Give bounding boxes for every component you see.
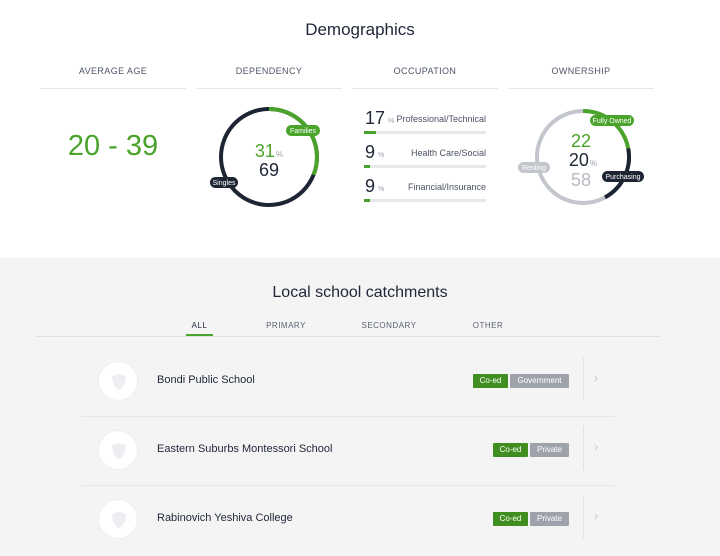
school-row[interactable]: Rabinovich Yeshiva College Co-ed Private… — [82, 493, 614, 556]
occupation-bar — [364, 165, 486, 168]
chevron-right-icon[interactable]: › — [594, 508, 598, 523]
demographics-section: Demographics AVERAGE AGE DEPENDENCY OCCU… — [0, 0, 720, 258]
divider — [583, 426, 584, 470]
tab-secondary[interactable]: SECONDARY — [356, 321, 422, 330]
avatar — [98, 361, 138, 401]
fully-owned-value: 22 — [570, 131, 592, 151]
occupation-label: Health Care/Social — [410, 148, 486, 158]
occupation-label: Financial/Insurance — [407, 182, 486, 192]
gender-badge: Co-ed — [493, 512, 528, 526]
occupation-value: 9 — [365, 142, 376, 162]
row-divider — [82, 485, 614, 486]
occupation-bar-fill — [364, 165, 370, 168]
fully-owned-label: Fully Owned — [593, 118, 632, 125]
divider — [40, 88, 186, 89]
singles-value: 69 — [258, 160, 280, 180]
occupation-value: 9 — [365, 176, 376, 196]
school-crest-icon — [112, 443, 126, 459]
families-pill: Families — [286, 125, 320, 136]
occupation-label: Professional/Technical — [396, 114, 486, 124]
school-name[interactable]: Eastern Suburbs Montessori School — [157, 443, 332, 455]
occupation-row: 17 % Professional/Technical — [364, 108, 486, 138]
average-age-header: AVERAGE AGE — [78, 66, 148, 76]
demographics-title: Demographics — [305, 20, 415, 39]
singles-pill: Singles — [210, 177, 238, 188]
occupation-pct: % — [388, 118, 395, 125]
tab-all[interactable]: ALL — [186, 321, 213, 330]
divider — [352, 88, 498, 89]
occupation-pct: % — [378, 186, 385, 193]
purchasing-label: Purchasing — [605, 174, 640, 181]
school-catchments-section: Local school catchments ALL PRIMARY SECO… — [0, 258, 720, 556]
renting-pill: Renting — [518, 162, 550, 173]
gender-badge: Co-ed — [473, 374, 508, 388]
occupation-row: 9 % Financial/Insurance — [364, 176, 486, 206]
school-crest-icon — [112, 512, 126, 528]
tabs-divider — [36, 336, 660, 337]
occupation-bar — [364, 199, 486, 202]
occupation-bar — [364, 131, 486, 134]
school-name[interactable]: Rabinovich Yeshiva College — [157, 512, 293, 524]
avatar — [98, 430, 138, 470]
school-row[interactable]: Eastern Suburbs Montessori School Co-ed … — [82, 424, 614, 492]
sector-badge: Private — [530, 512, 569, 526]
divider — [508, 88, 654, 89]
fully-owned-pill: Fully Owned — [590, 115, 634, 126]
avatar — [98, 499, 138, 539]
chevron-right-icon[interactable]: › — [594, 439, 598, 454]
occupation-bar-fill — [364, 131, 376, 134]
occupation-value: 17 — [365, 108, 386, 128]
divider — [583, 357, 584, 401]
occupation-row: 9 % Health Care/Social — [364, 142, 486, 172]
school-row[interactable]: Bondi Public School Co-ed Government › — [82, 355, 614, 423]
school-name[interactable]: Bondi Public School — [157, 374, 255, 386]
occupation-bar-fill — [364, 199, 370, 202]
singles-label: Singles — [213, 180, 236, 187]
dependency-header: DEPENDENCY — [235, 66, 303, 76]
renting-value: 58 — [570, 170, 592, 190]
tab-other[interactable]: OTHER — [466, 321, 510, 330]
divider — [583, 495, 584, 539]
gender-badge: Co-ed — [493, 443, 528, 457]
chevron-right-icon[interactable]: › — [594, 370, 598, 385]
occupation-header: OCCUPATION — [393, 66, 457, 76]
active-tab-indicator — [186, 334, 213, 336]
ownership-header: OWNERSHIP — [551, 66, 611, 76]
purchasing-pill: Purchasing — [602, 171, 644, 182]
tab-primary[interactable]: PRIMARY — [258, 321, 314, 330]
sector-badge: Private — [530, 443, 569, 457]
occupation-pct: % — [378, 152, 385, 159]
school-crest-icon — [112, 374, 126, 390]
families-label: Families — [290, 128, 317, 135]
divider — [196, 88, 342, 89]
sector-badge: Government — [510, 374, 569, 388]
renting-label: Renting — [522, 165, 546, 172]
row-divider — [82, 416, 614, 417]
average-age-value: 20 - 39 — [67, 130, 159, 162]
school-catchments-title: Local school catchments — [272, 284, 448, 301]
